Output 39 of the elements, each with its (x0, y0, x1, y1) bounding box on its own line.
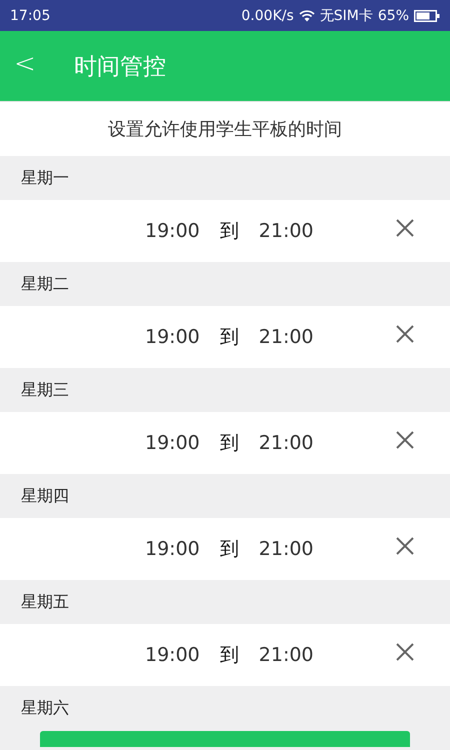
start-time[interactable]: 19:00 (145, 432, 200, 454)
page-title: 时间管控 (74, 52, 166, 82)
day-label: 星期一 (21, 168, 69, 188)
close-button[interactable] (395, 430, 415, 450)
start-time[interactable]: 19:00 (145, 326, 200, 348)
time-slot-row[interactable]: 19:00 到 21:00 (0, 306, 450, 368)
start-time[interactable]: 19:00 (145, 538, 200, 560)
battery-icon (414, 10, 440, 22)
wifi-icon (298, 10, 315, 22)
close-button[interactable] (395, 642, 415, 662)
end-time[interactable]: 21:00 (258, 538, 314, 560)
clock: 17:05 (10, 8, 50, 24)
time-slot-row[interactable]: 19:00 到 21:00 (0, 200, 450, 262)
day-label: 星期二 (21, 274, 69, 294)
start-time[interactable]: 19:00 (145, 220, 200, 242)
separator-text: 到 (220, 325, 239, 350)
subtitle-text: 设置允许使用学生平板的时间 (108, 118, 342, 141)
day-label: 星期五 (21, 592, 69, 612)
start-time[interactable]: 19:00 (145, 644, 200, 666)
separator-text: 到 (220, 219, 239, 244)
close-button[interactable] (395, 324, 415, 344)
day-label: 星期四 (21, 486, 69, 506)
end-time[interactable]: 21:00 (258, 220, 314, 242)
end-time[interactable]: 21:00 (258, 432, 314, 454)
time-slot-row[interactable]: 19:00 到 21:00 (0, 412, 450, 474)
day-label: 星期三 (21, 380, 69, 400)
time-slot-row[interactable]: 19:00 到 21:00 (0, 624, 450, 686)
time-slot-row[interactable]: 19:00 到 21:00 (0, 518, 450, 580)
end-time[interactable]: 21:00 (258, 326, 314, 348)
sim-status: 无SIM卡 (320, 6, 373, 24)
close-button[interactable] (395, 218, 415, 238)
day-label: 星期六 (21, 698, 69, 718)
network-speed: 0.00K/s (241, 8, 294, 24)
battery-percent: 65% (378, 8, 409, 24)
separator-text: 到 (220, 643, 239, 668)
end-time[interactable]: 21:00 (258, 644, 314, 666)
close-button[interactable] (395, 536, 415, 556)
separator-text: 到 (220, 431, 239, 456)
separator-text: 到 (220, 537, 239, 562)
